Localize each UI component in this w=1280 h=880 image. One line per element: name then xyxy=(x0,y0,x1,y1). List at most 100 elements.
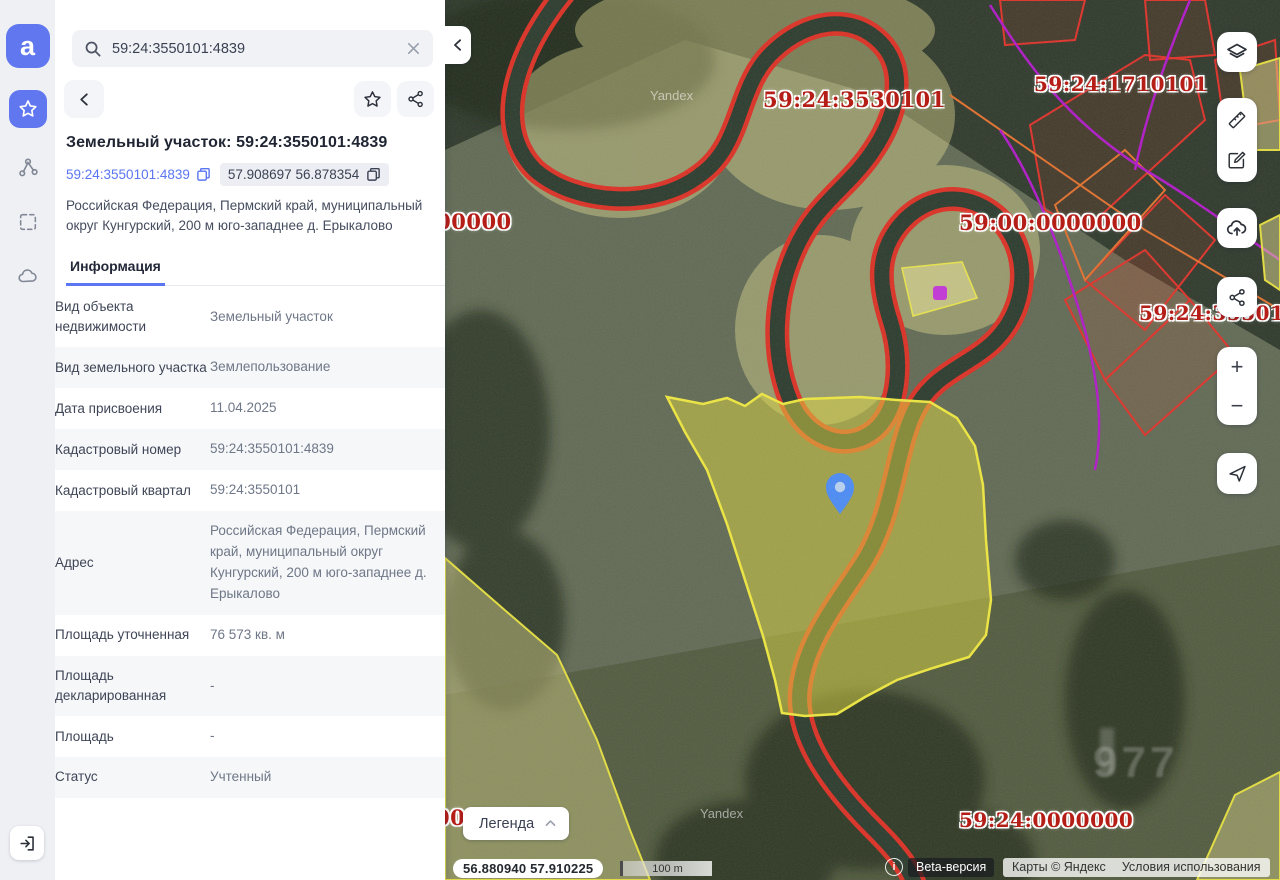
share-icon xyxy=(1228,288,1245,306)
attributes-table: Вид объекта недвижимости Земельный участо… xyxy=(55,287,445,799)
search-bar[interactable] xyxy=(72,30,433,67)
polygon-graph-icon xyxy=(18,158,38,177)
terms-link[interactable]: Условия использования xyxy=(1122,860,1261,874)
quarter-label: 59:00:0000000 xyxy=(959,210,1142,235)
row-value: - xyxy=(210,728,215,744)
row-label: Площадь декларированная xyxy=(55,667,167,703)
beta-badge: Beta-версия xyxy=(908,858,995,877)
star-outline-icon xyxy=(364,90,381,107)
share-icon xyxy=(407,90,423,108)
row-value: 59:24:3550101 xyxy=(210,482,301,498)
row-value: - xyxy=(210,677,215,693)
quarter-label: 59:24:0000000 xyxy=(959,808,1134,832)
id-watermark: 977 xyxy=(1093,738,1179,787)
info-panel: Земельный участок: 59:24:3550101:4839 59… xyxy=(55,0,445,880)
measure-button[interactable] xyxy=(1217,100,1257,140)
chevron-up-icon xyxy=(545,820,556,826)
login-icon xyxy=(19,835,34,851)
row-value: 76 573 кв. м xyxy=(210,626,285,642)
quarter-label: 59:24:3530101 xyxy=(763,87,946,112)
left-rail: a xyxy=(0,0,55,880)
row-label: Площадь уточненная xyxy=(55,627,190,643)
cloud-icon xyxy=(17,269,37,283)
cadastral-number-link[interactable]: 59:24:3550101:4839 xyxy=(66,167,211,182)
legend-label: Легенда xyxy=(479,815,535,832)
tabs-bar: Информация xyxy=(66,252,445,286)
collapse-panel-button[interactable] xyxy=(445,26,471,64)
clear-search-icon[interactable] xyxy=(406,41,421,56)
cursor-coordinates: 56.880940 57.910225 xyxy=(453,859,604,878)
upload-button[interactable] xyxy=(1217,208,1257,248)
yandex-watermark: Yandex xyxy=(700,806,744,821)
layers-button[interactable] xyxy=(1217,32,1257,72)
coordinates-text: 57.908697 56.878354 xyxy=(227,167,360,182)
table-row: Площадь декларированная - xyxy=(55,655,445,717)
row-label: Кадастровый номер xyxy=(55,441,182,457)
table-row: Дата присвоения 11.04.2025 xyxy=(55,388,445,429)
row-value: Учтенный xyxy=(210,769,272,785)
ruler-icon xyxy=(1228,111,1246,129)
tab-information[interactable]: Информация xyxy=(66,252,165,286)
table-row: Вид земельного участка Землепользование xyxy=(55,347,445,389)
measure-edit-group xyxy=(1217,98,1257,182)
app-window: a 59:24:3550101:4839 Земельный участок: … xyxy=(0,0,1280,880)
map-viewport[interactable]: 59:24:3530101 59:24:1710101 59:00:000000… xyxy=(445,0,1280,880)
app-logo-icon[interactable]: a xyxy=(5,24,50,68)
star-icon xyxy=(18,100,37,117)
row-label: Статус xyxy=(55,769,98,785)
login-button[interactable] xyxy=(10,826,44,860)
edit-square-icon xyxy=(1228,151,1246,169)
zoom-control: + − xyxy=(1217,347,1257,425)
coordinates-chip[interactable]: 57.908697 56.878354 xyxy=(219,163,390,186)
share-object-button[interactable] xyxy=(397,81,434,117)
table-row: Площадь - xyxy=(55,716,445,757)
favorite-object-button[interactable] xyxy=(354,81,391,117)
locate-button[interactable] xyxy=(1217,453,1257,494)
quarter-label-clipped: 000000 xyxy=(445,209,512,234)
quarter-label-clipped: 59:24:3550101 xyxy=(1139,301,1280,325)
row-value: Земельный участок xyxy=(210,308,333,324)
objects-graph-button[interactable] xyxy=(8,148,48,188)
table-row: Кадастровый номер 59:24:3550101:4839 xyxy=(55,429,445,471)
map-attribution: Карты © Яндекс Условия использования xyxy=(1003,858,1270,877)
table-row: Площадь уточненная 76 573 кв. м xyxy=(55,615,445,656)
map-scale-bar: 100 m xyxy=(620,861,712,876)
zoom-in-button[interactable]: + xyxy=(1217,347,1257,386)
object-address: Российская Федерация, Пермский край, мун… xyxy=(66,198,423,233)
layers-icon xyxy=(1227,43,1247,59)
table-row: Адрес Российская Федерация, Пермский край… xyxy=(55,511,445,615)
cloud-upload-icon xyxy=(1226,220,1247,236)
copyright-link[interactable]: Карты © Яндекс xyxy=(1012,860,1106,874)
quarter-label: 59:24:1710101 xyxy=(1034,72,1209,96)
back-button[interactable] xyxy=(64,80,104,118)
row-value: Российская Федерация, Пермский край, мун… xyxy=(210,523,427,601)
zoom-out-button[interactable]: − xyxy=(1217,386,1257,425)
row-label: Вид объекта недвижимости xyxy=(55,298,147,335)
edit-button[interactable] xyxy=(1217,140,1257,180)
row-label: Кадастровый квартал xyxy=(55,482,191,498)
row-label: Дата присвоения xyxy=(55,400,163,416)
favorites-button[interactable] xyxy=(8,90,47,128)
search-icon xyxy=(85,41,101,57)
row-label: Площадь xyxy=(55,728,114,744)
navigate-arrow-icon xyxy=(1228,465,1246,482)
info-icon[interactable]: i xyxy=(885,858,903,876)
row-label: Адрес xyxy=(55,554,94,570)
chevron-left-icon xyxy=(454,39,462,51)
table-row: Кадастровый квартал 59:24:3550101 xyxy=(55,470,445,511)
copy-icon[interactable] xyxy=(196,167,211,182)
area-select-button[interactable] xyxy=(8,202,48,242)
chevron-left-icon xyxy=(79,92,88,106)
cloud-button[interactable] xyxy=(8,256,48,296)
row-value: 59:24:3550101:4839 xyxy=(210,441,334,457)
copy-icon[interactable] xyxy=(366,167,381,182)
row-value: Землепользование xyxy=(210,359,331,375)
table-row: Вид объекта недвижимости Земельный участо… xyxy=(55,287,445,348)
cadastral-number-text: 59:24:3550101:4839 xyxy=(66,167,190,182)
legend-button[interactable]: Легенда xyxy=(463,807,570,840)
page-title: Земельный участок: 59:24:3550101:4839 xyxy=(66,134,388,151)
table-row: Статус Учтенный xyxy=(55,757,445,799)
search-input[interactable] xyxy=(112,40,396,57)
yandex-watermark: Yandex xyxy=(650,88,694,103)
share-map-button[interactable] xyxy=(1217,277,1257,317)
